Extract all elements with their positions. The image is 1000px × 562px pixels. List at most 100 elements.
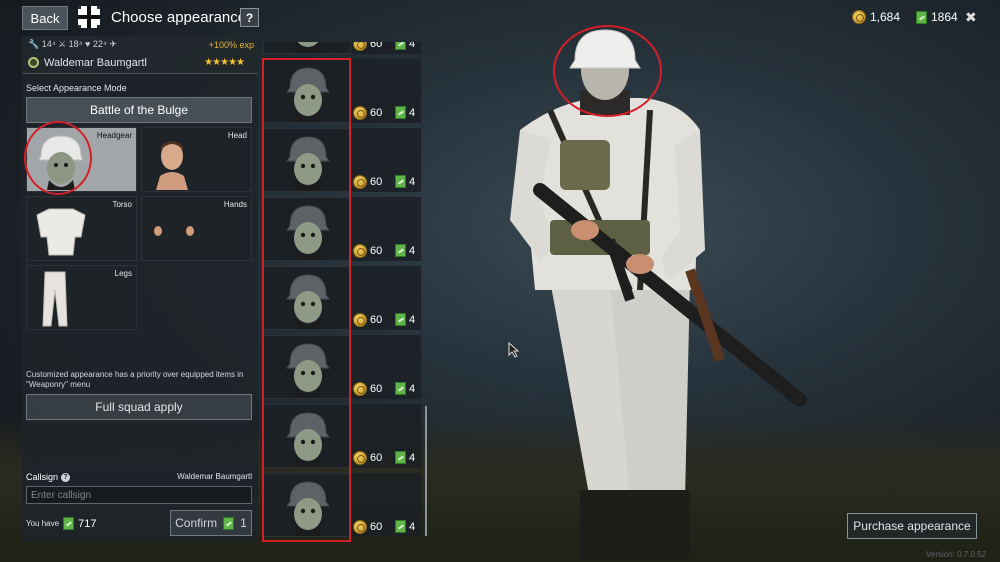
item-price-area: 60 4 [351, 335, 421, 399]
item-ticket-value: 4 [409, 382, 416, 395]
back-button[interactable]: Back [22, 6, 68, 30]
highlight-ellipse-head [553, 25, 662, 117]
soldier-stats: 🔧 14⁴ ⚔ 18⁴ ♥ 22⁴ ✈ [28, 39, 117, 49]
soldier-character-preview[interactable] [480, 20, 840, 562]
you-have-amount: 717 [78, 517, 97, 530]
callsign-label: Callsign ? [26, 472, 71, 482]
ticket-icon [395, 520, 406, 533]
you-have-label: You have [26, 519, 60, 528]
item-ticket-price: 4 [395, 382, 415, 395]
helmet-thumbnail [263, 473, 351, 537]
item-gold-value: 60 [370, 176, 383, 188]
item-ticket-price: 4 [395, 42, 415, 50]
item-list-scrollbar[interactable] [425, 406, 427, 536]
gold-coin-icon [353, 382, 367, 396]
item-ticket-price: 4 [395, 106, 415, 119]
balkenkreuz-icon [78, 6, 100, 28]
ticket-icon [395, 451, 406, 464]
item-ticket-value: 4 [409, 175, 416, 188]
headgear-item[interactable]: 60 4 [261, 59, 421, 125]
ticket-icon [395, 42, 406, 50]
help-button[interactable]: ? [240, 8, 259, 27]
ticket-icon [395, 313, 406, 326]
purchase-appearance-button[interactable]: Purchase appearance [847, 513, 977, 539]
gold-amount: 1,684 [870, 10, 901, 24]
confirm-button[interactable]: Confirm 1 [170, 510, 252, 536]
ticket-icon [916, 10, 927, 24]
slot-hands[interactable]: Hands [141, 196, 252, 261]
headgear-item[interactable]: 60 4 [261, 128, 421, 194]
callsign-input[interactable] [26, 486, 252, 504]
soldier-name: Waldemar Baumgartl [44, 57, 147, 69]
appearance-panel: 🔧 14⁴ ⚔ 18⁴ ♥ 22⁴ ✈ +100% exp Waldemar B… [22, 36, 258, 542]
item-ticket-value: 4 [409, 451, 416, 464]
item-gold-value: 60 [370, 452, 383, 464]
exp-bonus: +100% exp [208, 40, 254, 50]
gold-coin-icon [353, 451, 367, 465]
item-price-area: 60 4 [351, 59, 421, 123]
slot-label-hands: Hands [223, 200, 247, 209]
item-ticket-price: 4 [395, 451, 415, 464]
ticket-icon [395, 244, 406, 257]
mouse-cursor-icon [508, 342, 520, 358]
item-gold-value: 60 [370, 314, 383, 326]
slot-torso[interactable]: Torso [26, 196, 137, 261]
ticket-icon [395, 382, 406, 395]
item-ticket-value: 4 [409, 42, 416, 50]
headgear-item[interactable]: 60 4 [261, 197, 421, 263]
helmet-thumbnail [263, 335, 351, 399]
callsign-soldier-name: Waldemar Baumgartl [177, 472, 252, 481]
callsign-help-icon[interactable]: ? [61, 472, 71, 482]
ticket-balance: 1864 [916, 10, 958, 24]
item-ticket-price: 4 [395, 313, 415, 326]
item-ticket-price: 4 [395, 175, 415, 188]
item-price-area: 60 4 [351, 404, 421, 468]
headgear-item[interactable]: 60 4 [261, 473, 421, 539]
close-icon[interactable]: ✖ [965, 9, 977, 26]
item-gold-price: 60 [353, 520, 382, 534]
headgear-item[interactable]: 60 4 [261, 404, 421, 470]
gold-coin-icon [353, 244, 367, 258]
item-ticket-value: 4 [409, 106, 416, 119]
helmet-thumbnail [263, 266, 351, 330]
appearance-mode-select[interactable]: Battle of the Bulge [26, 97, 252, 123]
gold-coin-icon [353, 313, 367, 327]
headgear-item[interactable]: 60 4 [261, 335, 421, 401]
item-gold-value: 60 [370, 383, 383, 395]
helmet-thumbnail [263, 42, 351, 54]
item-gold-price: 60 [353, 106, 382, 120]
headgear-item[interactable]: 60 4 [261, 266, 421, 332]
item-gold-price: 60 [353, 244, 382, 258]
ticket-icon [63, 517, 75, 530]
item-gold-price: 60 [353, 382, 382, 396]
helmet-thumbnail [263, 197, 351, 261]
item-ticket-value: 4 [409, 520, 416, 533]
ticket-icon [223, 516, 235, 530]
soldier-stars: ★★★★★ [204, 57, 245, 68]
ticket-amount: 1864 [931, 10, 958, 24]
slot-legs[interactable]: Legs [26, 265, 137, 330]
slot-head[interactable]: Head [141, 127, 252, 192]
appearance-mode-label: Select Appearance Mode [26, 83, 127, 93]
helmet-thumbnail [263, 128, 351, 192]
item-ticket-price: 4 [395, 520, 415, 533]
item-gold-price: 60 [353, 175, 382, 189]
rank-icon [28, 57, 39, 68]
headgear-item-list[interactable]: 60 4 60 4 60 4 60 4 60 4 60 4 60 4 60 4 [261, 42, 423, 542]
item-ticket-price: 4 [395, 244, 415, 257]
gold-coin-icon [353, 42, 367, 51]
confirm-cost: 1 [240, 516, 247, 530]
slot-label-headgear: Headgear [96, 131, 132, 140]
gold-balance: 1,684 [852, 10, 900, 24]
slot-label-legs: Legs [114, 269, 132, 278]
slot-label-head: Head [227, 131, 247, 140]
headgear-item[interactable]: 60 4 [261, 42, 421, 56]
ticket-icon [395, 106, 406, 119]
item-gold-price: 60 [353, 451, 382, 465]
full-squad-apply-button[interactable]: Full squad apply [26, 394, 252, 420]
you-have-balance: You have 717 [26, 517, 96, 530]
item-ticket-value: 4 [409, 313, 416, 326]
item-gold-value: 60 [370, 42, 383, 50]
soldier-info: 🔧 14⁴ ⚔ 18⁴ ♥ 22⁴ ✈ +100% exp Waldemar B… [22, 36, 258, 74]
page-title: Choose appearance [111, 9, 247, 26]
